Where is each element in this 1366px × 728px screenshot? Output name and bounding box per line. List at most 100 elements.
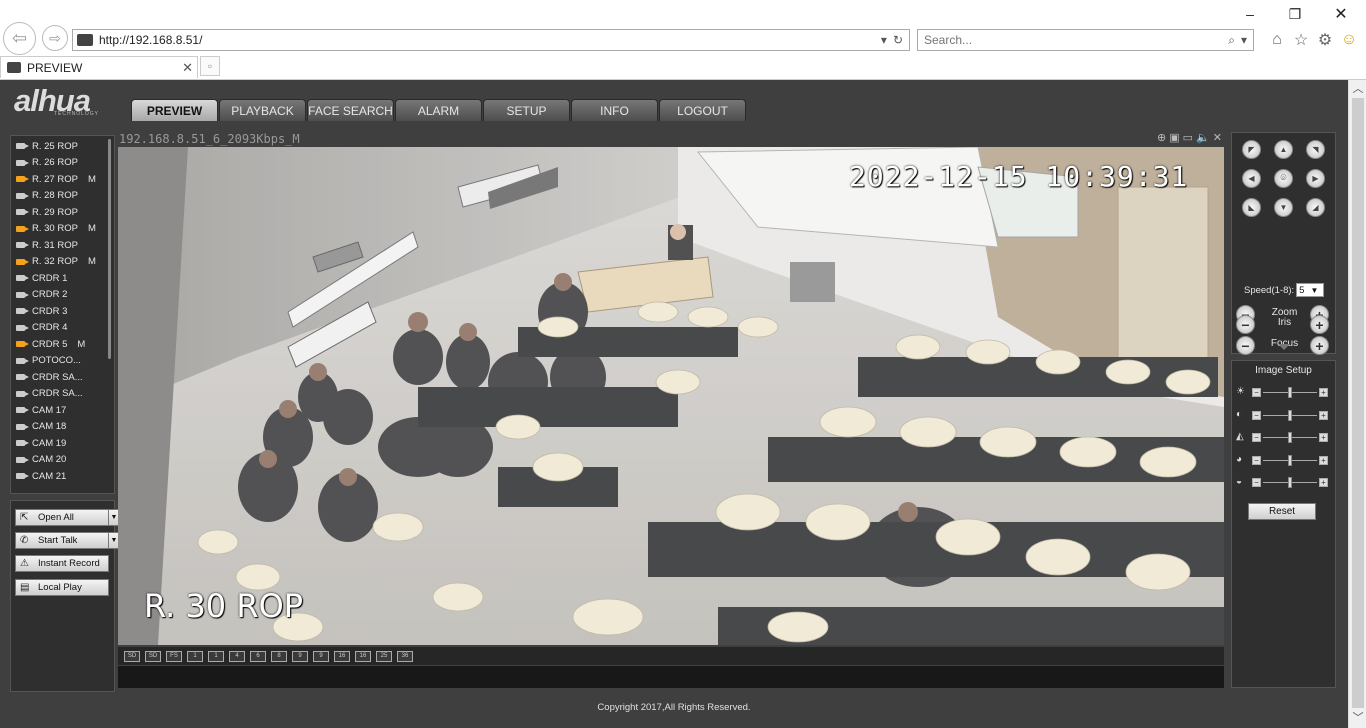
ptz-left-button[interactable]: ◀ [1242,169,1261,188]
camera-item[interactable]: CAM 17 [11,402,114,419]
camera-item[interactable]: POTOCO... [11,353,114,370]
settings-gear-icon[interactable]: ⚙ [1315,30,1335,50]
ptz-up-left-button[interactable]: ◤ [1242,140,1261,159]
camera-item[interactable]: CRDR SA... [11,369,114,386]
new-tab-button[interactable]: ▫ [200,56,220,76]
slider-decrease-button[interactable]: − [1252,478,1261,487]
forward-button[interactable]: ⇨ [42,25,68,51]
camera-item[interactable]: R. 32 ROP M [11,254,114,271]
layout-button[interactable]: 25 [376,650,392,662]
slider-knob[interactable] [1288,432,1292,443]
slider-increase-button[interactable]: + [1319,433,1328,442]
camera-item[interactable]: CAM 19 [11,435,114,452]
slider-increase-button[interactable]: + [1319,388,1328,397]
record-icon[interactable]: ▭ [1183,131,1193,144]
close-video-icon[interactable]: ✕ [1213,131,1222,144]
slider-decrease-button[interactable]: − [1252,410,1261,420]
restore-button[interactable]: ❐ [1280,4,1310,24]
camera-item[interactable]: CAM 18 [11,419,114,436]
browser-tab[interactable]: PREVIEW ✕ [0,56,198,78]
layout-button[interactable]: 16 [334,650,350,662]
video-viewport[interactable]: 2022-12-15 10:39:31 R. 30 ROP [118,147,1224,645]
page-scrollbar[interactable]: ︿ ﹀ [1348,80,1366,728]
camera-item[interactable]: CRDR SA... [11,386,114,403]
address-bar[interactable]: http://192.168.8.51/ ▾ ↻ [72,29,910,51]
slider-decrease-button[interactable]: − [1252,433,1261,442]
search-box[interactable]: ⌕ ▾ [917,29,1254,51]
search-input[interactable] [918,33,1229,47]
iris-close-button[interactable]: − [1236,315,1255,334]
ptz-up-button[interactable]: ▲ [1274,140,1293,159]
minimize-button[interactable]: – [1235,4,1265,24]
start-talk-button[interactable]: ✆ Start Talk ▼ [15,532,120,549]
local-play-button[interactable]: ▤ Local Play [15,579,109,596]
slider-increase-button[interactable]: + [1319,410,1328,420]
camera-item[interactable]: CRDR 4 [11,320,114,337]
tab-info[interactable]: INFO [571,99,658,121]
home-icon[interactable]: ⌂ [1267,30,1287,50]
layout-button[interactable]: 8 [271,650,287,662]
camera-item[interactable]: R. 31 ROP [11,237,114,254]
tab-alarm[interactable]: ALARM [395,99,482,121]
ptz-down-button[interactable]: ▼ [1274,198,1293,217]
camera-item[interactable]: CRDR 2 [11,287,114,304]
layout-button[interactable]: 4 [229,650,245,662]
slider-knob[interactable] [1288,454,1292,466]
layout-button[interactable]: 9 [313,650,329,662]
iris-open-button[interactable]: + [1310,315,1329,334]
camera-item[interactable]: R. 26 ROP [11,155,114,172]
address-dropdown-icon[interactable]: ▾ [881,33,887,47]
refresh-icon[interactable]: ↻ [893,33,903,47]
slider-decrease-button[interactable]: − [1252,455,1261,465]
slider-increase-button[interactable]: + [1319,478,1328,487]
layout-button[interactable]: 36 [397,650,413,662]
slider-knob[interactable] [1288,477,1292,488]
reset-button[interactable]: Reset [1248,503,1316,520]
camera-item[interactable]: R. 29 ROP [11,204,114,221]
tab-playback[interactable]: PLAYBACK [219,99,306,121]
scroll-down-icon[interactable]: ﹀ [1352,712,1364,724]
camera-item[interactable]: CRDR 5 M [11,336,114,353]
layout-button[interactable]: 6 [250,650,266,662]
camera-list-scrollbar[interactable] [108,139,111,359]
snapshot-icon[interactable]: ▣ [1169,131,1179,144]
search-icon[interactable]: ⌕ [1228,33,1235,48]
tab-close-icon[interactable]: ✕ [182,60,193,76]
camera-item[interactable]: CAM 20 [11,452,114,469]
layout-button[interactable]: FS [166,650,182,662]
tab-setup[interactable]: SETUP [483,99,570,121]
layout-button[interactable]: SD [124,650,140,662]
ptz-down-right-button[interactable]: ◢ [1306,198,1325,217]
ptz-auto-button[interactable]: ⌾ [1274,169,1293,188]
scroll-up-icon[interactable]: ︿ [1352,83,1364,95]
tab-face-search[interactable]: FACE SEARCH [307,99,394,121]
scroll-thumb[interactable] [1352,98,1364,708]
open-all-button[interactable]: ⇱ Open All ▼ [15,509,120,526]
camera-item[interactable]: R. 25 ROP [11,138,114,155]
layout-button[interactable]: 1 [187,650,203,662]
address-url[interactable]: http://192.168.8.51/ [99,33,881,47]
collapse-arrow-icon[interactable] [1278,344,1290,350]
camera-item[interactable]: R. 27 ROP M [11,171,114,188]
slider-increase-button[interactable]: + [1319,455,1328,465]
close-window-button[interactable]: ✕ [1326,4,1356,24]
focus-far-button[interactable]: + [1310,336,1329,355]
ptz-down-left-button[interactable]: ◣ [1242,198,1261,217]
layout-button[interactable]: 1 [208,650,224,662]
ptz-up-right-button[interactable]: ◥ [1306,140,1325,159]
camera-item[interactable]: CRDR 1 [11,270,114,287]
tab-preview[interactable]: PREVIEW [131,99,218,121]
layout-button[interactable]: SD [145,650,161,662]
ptz-right-button[interactable]: ▶ [1306,169,1325,188]
focus-near-button[interactable]: − [1236,336,1255,355]
slider-knob[interactable] [1288,387,1292,398]
camera-item[interactable]: CAM 21 [11,468,114,485]
camera-item[interactable]: R. 30 ROP M [11,221,114,238]
search-dropdown-icon[interactable]: ▾ [1241,33,1247,47]
layout-button[interactable]: 9 [292,650,308,662]
tab-logout[interactable]: LOGOUT [659,99,746,121]
instant-record-button[interactable]: ⚠ Instant Record [15,555,109,572]
speed-select[interactable]: 5 ▼ [1296,283,1325,297]
camera-item[interactable]: R. 28 ROP [11,188,114,205]
feedback-smiley-icon[interactable]: ☺ [1339,30,1359,50]
